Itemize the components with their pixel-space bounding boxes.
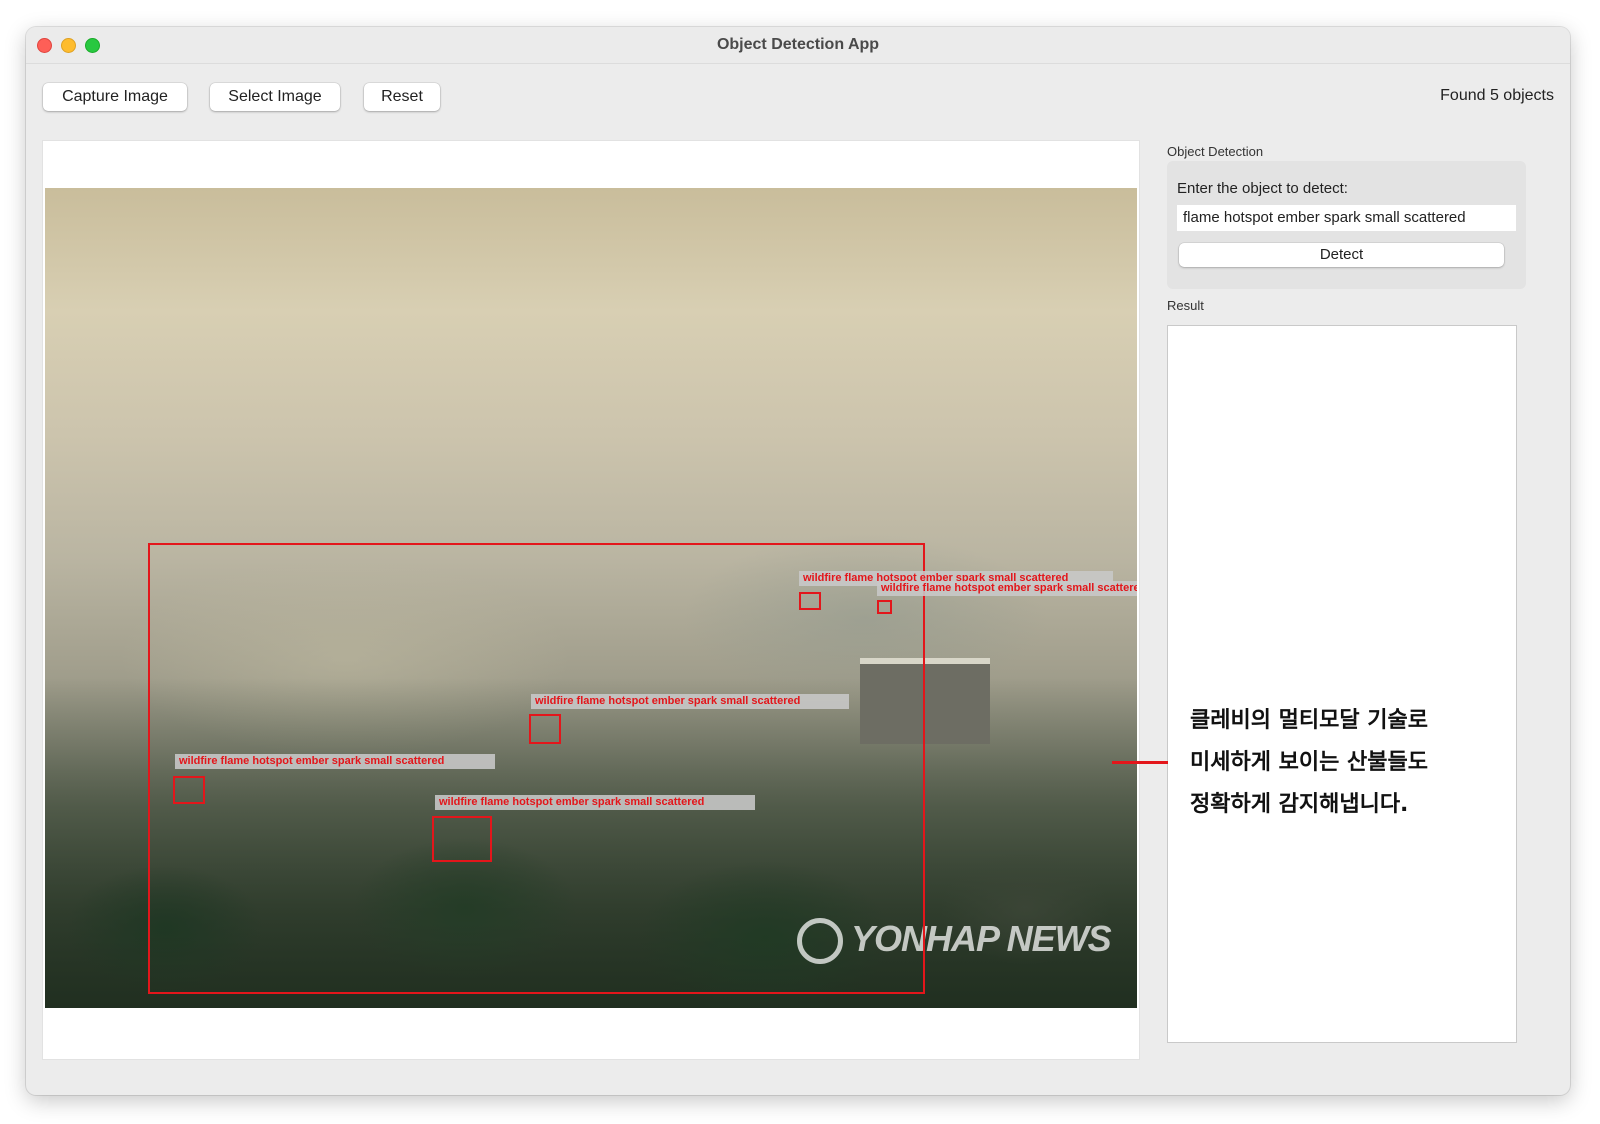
detection-box — [529, 714, 561, 744]
caption: 클레비의 멀티모달 기술로 미세하게 보이는 산불들도 정확하게 감지해냅니다. — [1190, 700, 1520, 826]
image-panel: YONHAP NEWS wildfire flame hotspot ember… — [42, 140, 1140, 1060]
caption-line: 클레비의 멀티모달 기술로 — [1190, 708, 1428, 733]
detection-label: wildfire flame hotspot ember spark small… — [531, 694, 849, 709]
detection-box — [432, 816, 492, 862]
capture-image-button[interactable]: Capture Image — [43, 83, 187, 111]
detection-box — [173, 776, 205, 804]
result-header: Result — [1167, 298, 1204, 313]
title-bar: Object Detection App — [26, 27, 1570, 64]
object-input[interactable]: flame hotspot ember spark small scattere… — [1177, 205, 1516, 231]
reset-button[interactable]: Reset — [364, 83, 440, 111]
detection-box — [799, 592, 821, 610]
detection-status: Found 5 objects — [1440, 87, 1554, 104]
detection-label: wildfire flame hotspot ember spark small… — [175, 754, 495, 769]
detection-label: wildfire flame hotspot ember spark small… — [435, 795, 755, 810]
detection-photo: YONHAP NEWS wildfire flame hotspot ember… — [45, 188, 1137, 1008]
object-detection-header: Object Detection — [1167, 144, 1264, 159]
prompt-label: Enter the object to detect: — [1177, 180, 1348, 197]
caption-line: 정확하게 감지해냅니다. — [1190, 792, 1409, 817]
app-window: Object Detection App Capture Image Selec… — [26, 27, 1570, 1095]
annotation-connector — [1112, 761, 1168, 764]
result-area[interactable] — [1167, 325, 1517, 1043]
window-title: Object Detection App — [716, 36, 880, 53]
caption-line: 미세하게 보이는 산불들도 — [1190, 750, 1428, 775]
select-image-button[interactable]: Select Image — [210, 83, 340, 111]
detection-box — [877, 600, 892, 614]
detection-label: wildfire flame hotspot ember spark small… — [877, 581, 1137, 596]
toolbar: Capture Image Select Image Reset Found 5… — [26, 63, 1570, 135]
detection-group: Enter the object to detect: flame hotspo… — [1167, 161, 1526, 289]
detect-button[interactable]: Detect — [1179, 243, 1504, 267]
